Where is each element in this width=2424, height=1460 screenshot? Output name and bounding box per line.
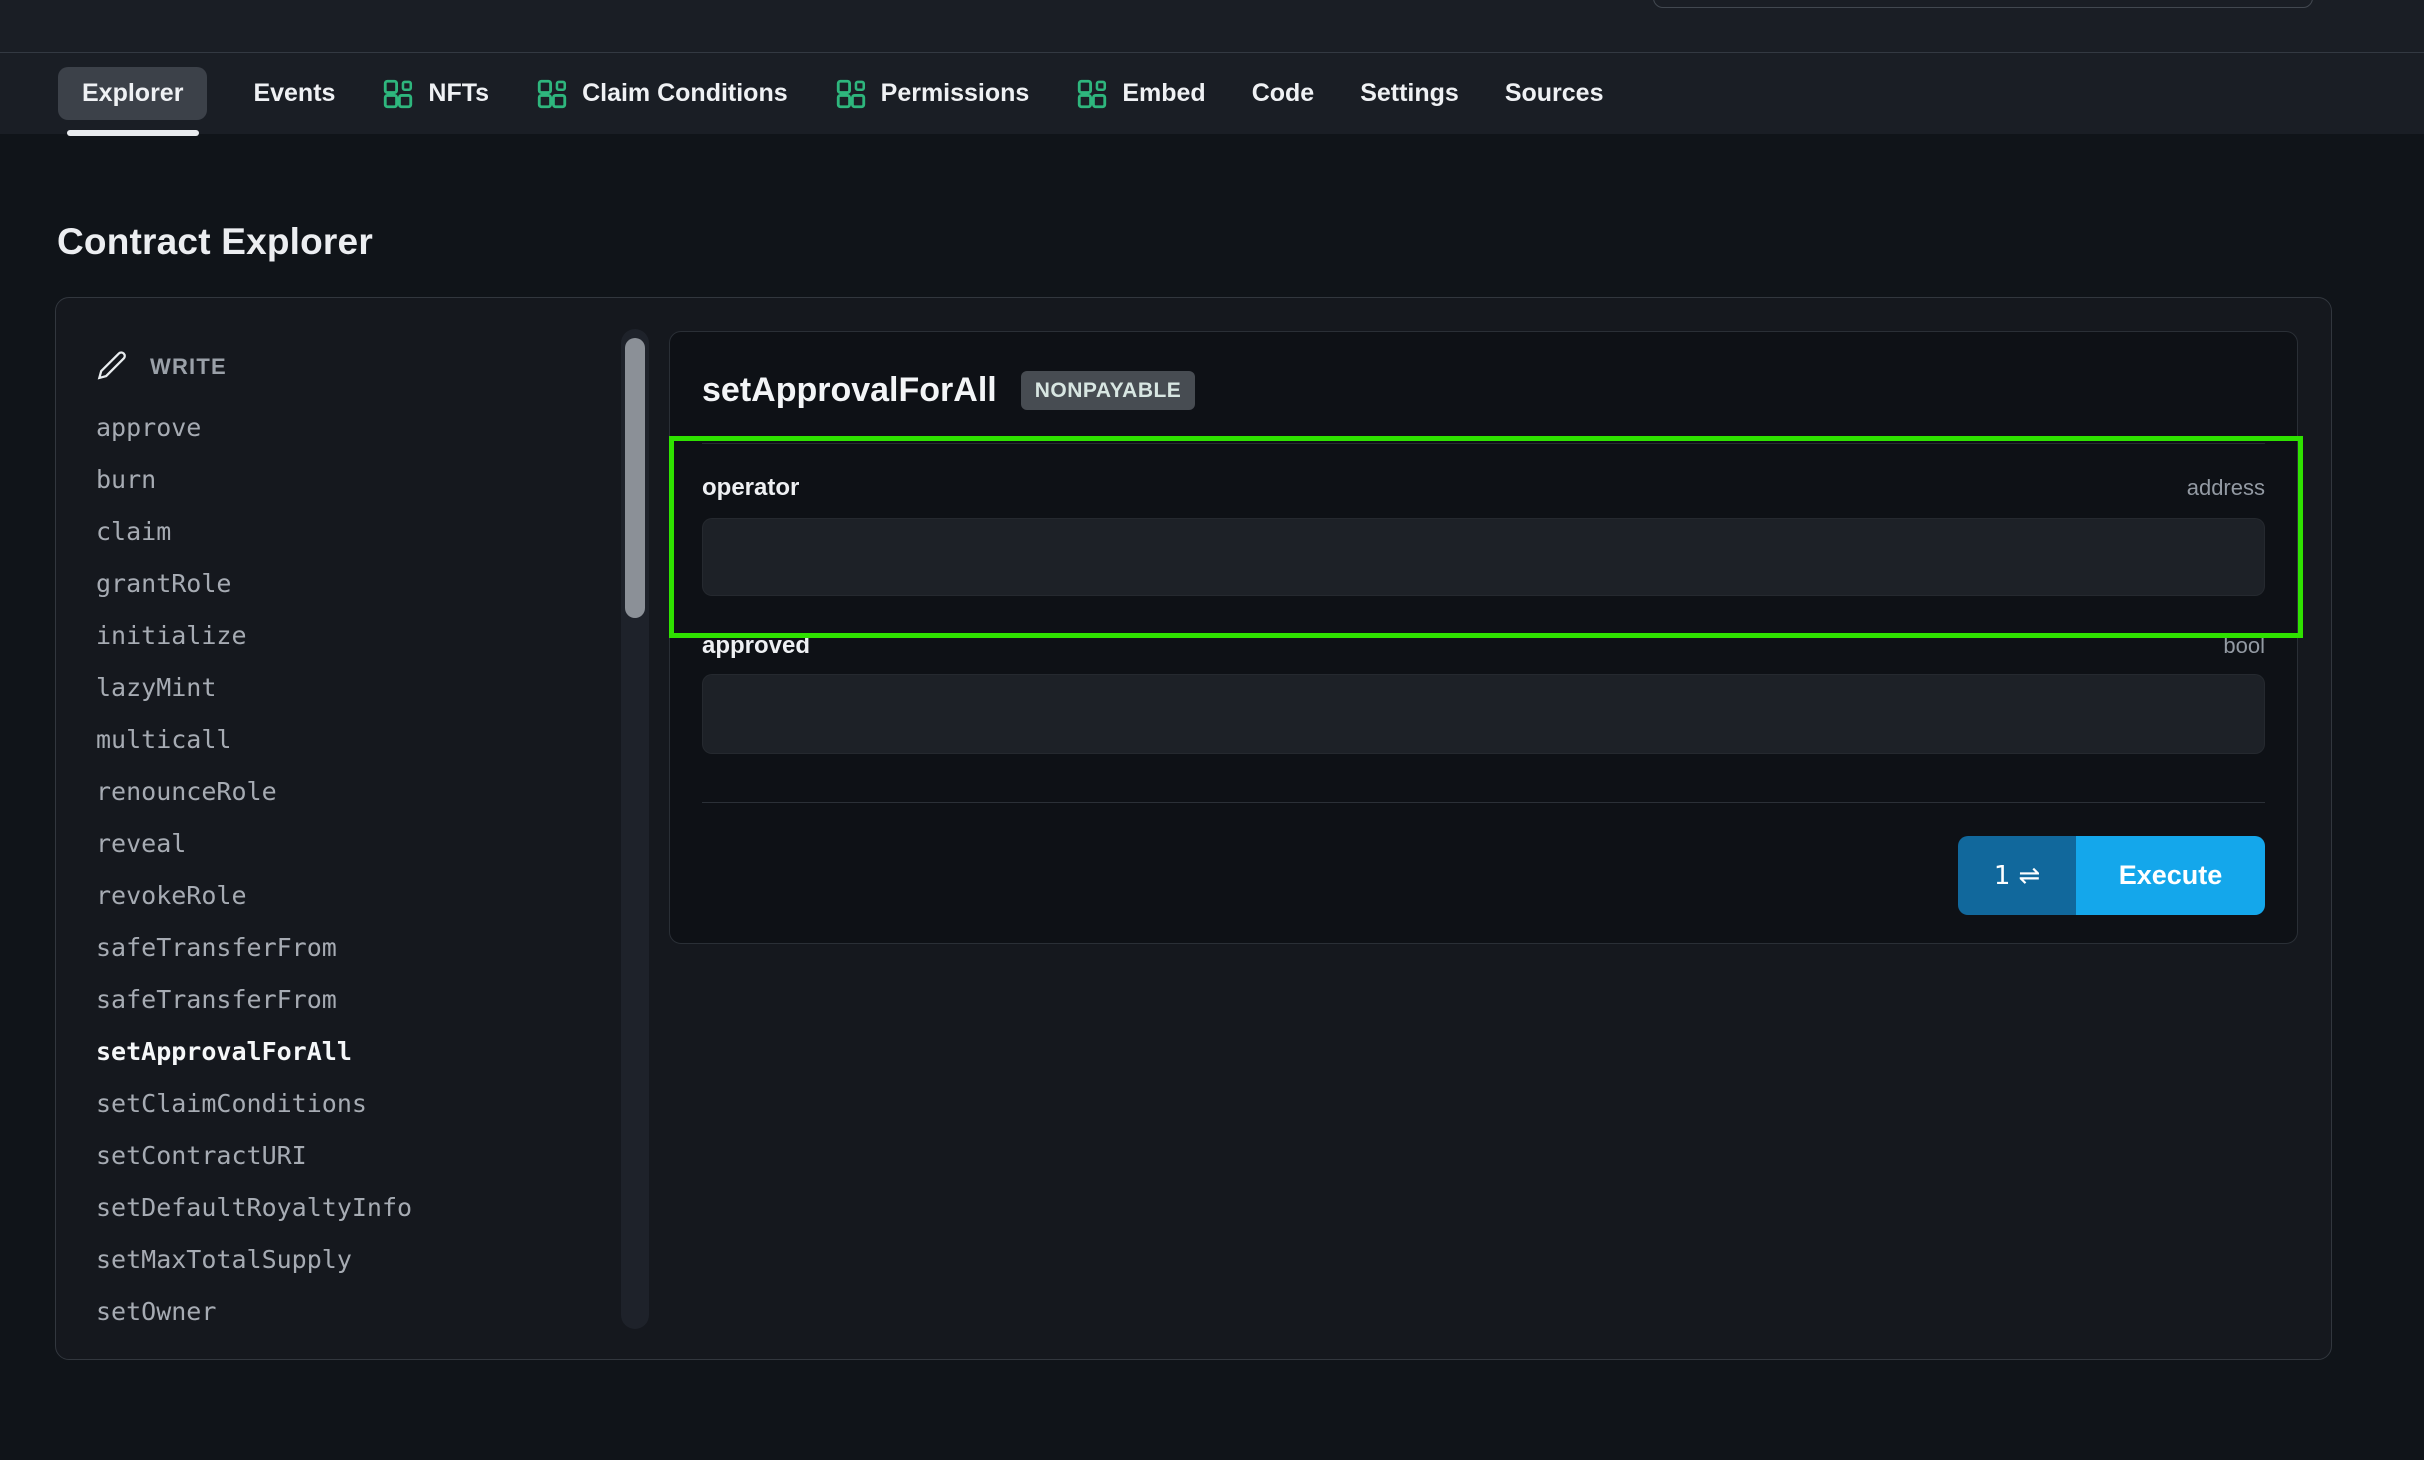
write-section-header: WRITE (96, 350, 227, 384)
function-name-title: setApprovalForAll (702, 371, 997, 410)
contract-dashboard-screen: Explorer Events NFTs (0, 0, 2424, 1460)
header-bar: Explorer Events NFTs (0, 0, 2424, 134)
tab-settings[interactable]: Settings (1360, 81, 1459, 106)
function-item-safetransferfrom-2[interactable]: safeTransferFrom (96, 973, 596, 1025)
module-grid-icon (1075, 77, 1109, 111)
tab-settings-label: Settings (1360, 81, 1459, 106)
function-item-reveal[interactable]: reveal (96, 817, 596, 869)
mutability-badge: NONPAYABLE (1021, 371, 1196, 410)
page-title: Contract Explorer (57, 221, 373, 263)
contract-tabs: Explorer Events NFTs (0, 52, 2424, 134)
tab-explorer-label: Explorer (82, 81, 183, 106)
tab-sources-label: Sources (1505, 81, 1604, 106)
module-grid-icon (535, 77, 569, 111)
tab-nfts[interactable]: NFTs (381, 77, 489, 111)
function-panel-header: setApprovalForAll NONPAYABLE (702, 368, 1195, 412)
function-item-lazymint[interactable]: lazyMint (96, 661, 596, 713)
operator-field-labels: operator address (702, 470, 2265, 506)
tab-permissions[interactable]: Permissions (834, 77, 1030, 111)
execute-button-label: Execute (2119, 860, 2223, 891)
function-item-safetransferfrom-1[interactable]: safeTransferFrom (96, 921, 596, 973)
function-item-revokerole[interactable]: revokeRole (96, 869, 596, 921)
write-section-label: WRITE (150, 354, 227, 380)
module-grid-icon (834, 77, 868, 111)
approved-field-labels: approved bool (702, 628, 2265, 664)
sidebar-scrollbar-thumb[interactable] (625, 338, 645, 618)
tab-code[interactable]: Code (1252, 81, 1315, 106)
tab-claim-conditions-label: Claim Conditions (582, 81, 788, 106)
tab-claim-conditions[interactable]: Claim Conditions (535, 77, 788, 111)
operator-field-label: operator (702, 474, 799, 502)
swap-arrows-icon: ⇌ (2018, 861, 2040, 891)
sidebar-scrollbar-track[interactable] (621, 329, 649, 1329)
tab-events[interactable]: Events (253, 81, 335, 106)
function-item-setcontracturi[interactable]: setContractURI (96, 1129, 596, 1181)
panel-footer-divider (702, 802, 2265, 803)
contract-explorer-card: WRITE approve burn claim grantRole initi… (55, 297, 2332, 1360)
execute-button[interactable]: Execute (2076, 836, 2265, 915)
function-item-setdefaultroyaltyinfo[interactable]: setDefaultRoyaltyInfo (96, 1181, 596, 1233)
tab-code-label: Code (1252, 81, 1315, 106)
function-item-multicall[interactable]: multicall (96, 713, 596, 765)
module-grid-icon (381, 77, 415, 111)
tab-permissions-label: Permissions (881, 81, 1030, 106)
function-list: approve burn claim grantRole initialize … (96, 401, 596, 1337)
approved-input[interactable] (702, 674, 2265, 754)
function-item-setowner[interactable]: setOwner (96, 1285, 596, 1337)
function-panel: setApprovalForAll NONPAYABLE operator ad… (669, 331, 2298, 944)
function-item-setmaxtotalsupply[interactable]: setMaxTotalSupply (96, 1233, 596, 1285)
fields-top-divider (702, 443, 2265, 444)
tab-explorer[interactable]: Explorer (58, 67, 207, 120)
operator-field-type: address (2187, 475, 2265, 501)
pencil-icon (96, 349, 128, 386)
function-item-grantrole[interactable]: grantRole (96, 557, 596, 609)
function-item-burn[interactable]: burn (96, 453, 596, 505)
operator-input[interactable] (702, 518, 2265, 596)
function-item-claim[interactable]: claim (96, 505, 596, 557)
tab-embed-label: Embed (1122, 81, 1205, 106)
function-item-setclaimconditions[interactable]: setClaimConditions (96, 1077, 596, 1129)
top-partial-element (1653, 0, 2313, 8)
function-item-setapprovalforall-selected[interactable]: setApprovalForAll (96, 1025, 596, 1077)
tab-sources[interactable]: Sources (1505, 81, 1604, 106)
transaction-count: 1 (1994, 861, 2011, 891)
execute-button-group: 1 ⇌ Execute (1958, 836, 2265, 915)
transaction-count-button[interactable]: 1 ⇌ (1958, 836, 2076, 915)
function-item-initialize[interactable]: initialize (96, 609, 596, 661)
function-item-renouncerole[interactable]: renounceRole (96, 765, 596, 817)
approved-field-type: bool (2223, 633, 2265, 659)
function-item-approve[interactable]: approve (96, 401, 596, 453)
tab-events-label: Events (253, 81, 335, 106)
approved-field-label: approved (702, 632, 810, 660)
tab-embed[interactable]: Embed (1075, 77, 1205, 111)
active-tab-underline (67, 130, 199, 136)
tab-nfts-label: NFTs (428, 81, 489, 106)
